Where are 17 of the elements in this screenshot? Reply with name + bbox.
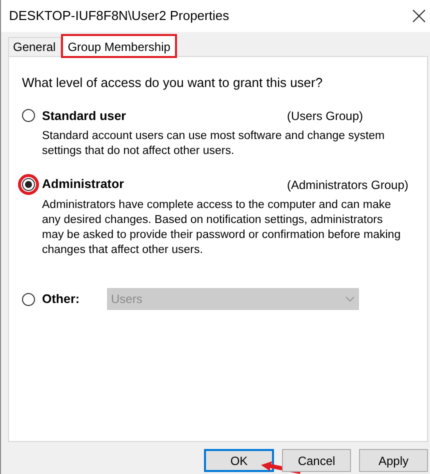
option-label[interactable]: Administrator — [42, 175, 284, 194]
question-text: What level of access do you want to grant this user? — [22, 74, 324, 92]
close-icon[interactable] — [412, 9, 426, 23]
tab[interactable]: General — [8, 37, 61, 56]
option-description: Standard account users can use most software and change system settings that do not affect other users. — [41, 129, 386, 160]
group-label: (Users Group) — [287, 108, 364, 125]
highlight-ring — [18, 174, 39, 196]
window-title: DESKTOP-IUF8F8N\User2 Properties — [9, 7, 230, 26]
group-label: (Administrators Group) — [287, 176, 408, 194]
dialog-button[interactable]: Apply — [359, 449, 428, 472]
chevron-down-icon — [345, 296, 355, 302]
dialog-button[interactable]: Cancel — [282, 449, 351, 472]
radio-button[interactable] — [22, 109, 35, 122]
option-description: Administrators have complete access to the computer and can make any desired changes. Based on notification settings, administrators may be asked to provide their password or confirmation before making changes that affect other users. — [41, 198, 402, 258]
option-label[interactable]: Standard user — [42, 106, 284, 126]
dialog-button[interactable]: OK — [204, 449, 274, 472]
radio-button[interactable] — [22, 178, 35, 192]
